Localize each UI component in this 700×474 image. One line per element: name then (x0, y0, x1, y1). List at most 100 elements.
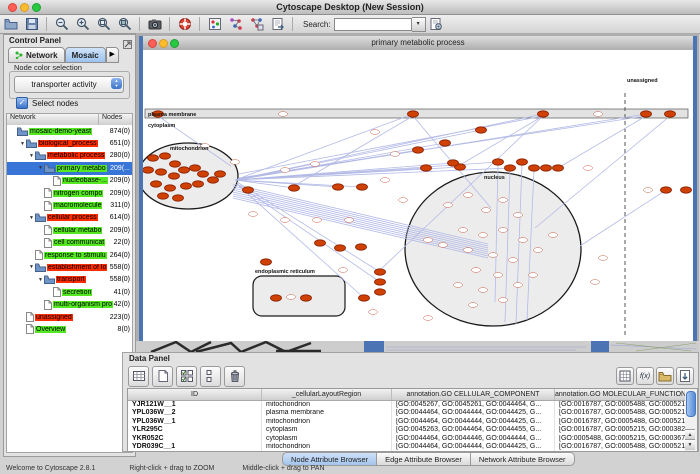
minimize-window-icon[interactable] (20, 3, 29, 12)
export-network-icon[interactable] (269, 16, 286, 32)
graph-node[interactable] (156, 169, 167, 175)
tree-row-macromolecule[interactable]: macromolecule311(0) (7, 199, 132, 211)
graph-edge[interactable] (535, 116, 670, 228)
graph-node[interactable] (371, 130, 380, 135)
graph-node[interactable] (479, 233, 488, 238)
tree-row-multi-organism-pro[interactable]: multi-organism pro42(0) (7, 298, 132, 310)
graph-node[interactable] (529, 273, 538, 278)
graph-node[interactable] (148, 155, 159, 161)
import-network-icon[interactable] (227, 16, 244, 32)
graph-node[interactable] (173, 195, 184, 201)
frame-maximize-icon[interactable] (170, 39, 179, 48)
graph-edge[interactable] (237, 182, 380, 272)
scrollbar-thumb[interactable] (686, 391, 696, 417)
graph-node[interactable] (359, 295, 370, 301)
function-icon[interactable]: f(x) (636, 367, 654, 385)
graph-node[interactable] (208, 177, 219, 183)
graph-node[interactable] (391, 152, 400, 157)
search-dropdown-arrow-icon[interactable]: ▾ (412, 17, 426, 32)
graph-node[interactable] (499, 198, 508, 203)
graph-node[interactable] (231, 160, 240, 165)
zoom-out-icon[interactable] (53, 16, 70, 32)
tree-expand-arrow-icon[interactable]: ▼ (19, 141, 26, 147)
graph-node[interactable] (584, 166, 593, 171)
tree-row-primary-metabo[interactable]: ▼primary metabo209(... (7, 162, 132, 174)
graph-node[interactable] (479, 288, 488, 293)
tree-row-response-to-stimulu[interactable]: response to stimulu264(0) (7, 249, 132, 261)
graph-node[interactable] (641, 111, 652, 117)
graph-node[interactable] (472, 268, 481, 273)
graph-node[interactable] (459, 228, 468, 233)
tree-row-mosaic-demo-yeast[interactable]: mosaic-demo-yeast874(0) (7, 125, 132, 137)
graph-node[interactable] (454, 283, 463, 288)
graph-node[interactable] (243, 187, 254, 193)
tree-row-establishment-of-lo[interactable]: ▼establishment of lo558(0) (7, 261, 132, 273)
tree-expand-arrow-icon[interactable]: ▼ (37, 277, 44, 283)
zoom-fit-icon[interactable] (95, 16, 112, 32)
close-window-icon[interactable] (8, 3, 17, 12)
table-row[interactable]: YPL036W__2plasma membrane[GO:0044464, GO… (128, 409, 686, 417)
graph-node[interactable] (287, 295, 296, 300)
select-nodes-checkbox[interactable]: ✓ (16, 97, 28, 109)
camera-icon[interactable] (146, 16, 163, 32)
graph-node[interactable] (151, 181, 162, 187)
graph-node[interactable] (424, 316, 433, 321)
graph-node[interactable] (179, 167, 190, 173)
graph-node[interactable] (143, 167, 154, 173)
graph-node[interactable] (271, 295, 282, 301)
graph-node[interactable] (464, 193, 473, 198)
graph-node[interactable] (517, 159, 528, 165)
graph-edge[interactable] (237, 184, 380, 282)
graph-edge[interactable] (460, 116, 543, 165)
open-folder-icon[interactable] (2, 16, 19, 32)
graph-node[interactable] (489, 253, 498, 258)
scroll-down-icon[interactable]: ▼ (685, 439, 695, 450)
graph-node[interactable] (413, 147, 424, 153)
graph-node[interactable] (281, 218, 290, 223)
tree-row-nucleobase-[interactable]: nucleobase-...209(0) (7, 175, 132, 187)
graph-node[interactable] (538, 111, 549, 117)
graph-node[interactable] (509, 258, 518, 263)
tree-expand-arrow-icon[interactable]: ▼ (28, 215, 35, 221)
graph-node[interactable] (311, 162, 320, 167)
attr-delete-icon[interactable] (224, 366, 245, 387)
graph-node[interactable] (681, 187, 692, 193)
graph-node[interactable] (279, 112, 288, 117)
graph-node[interactable] (541, 165, 552, 171)
graph-node[interactable] (339, 268, 348, 273)
graph-node[interactable] (494, 273, 503, 278)
tree-row-unassigned[interactable]: unassigned223(0) (7, 311, 132, 323)
graph-node[interactable] (165, 185, 176, 191)
attr-checklist-icon[interactable] (176, 366, 197, 387)
graph-node[interactable] (594, 112, 603, 117)
graph-node[interactable] (439, 243, 448, 248)
zoom-in-icon[interactable] (74, 16, 91, 32)
table-row[interactable]: YPL036W__1mitochondrion[GO:0044464, GO:0… (128, 418, 686, 426)
compartment-endoplasmic-reticulum[interactable] (253, 276, 345, 316)
tree-row-transport[interactable]: ▼transport558(0) (7, 274, 132, 286)
network-window-titlebar[interactable]: primary metabolic process (143, 36, 693, 51)
column-header[interactable]: annotation.GO CELLULAR_COMPONENT (392, 389, 555, 400)
graph-node[interactable] (261, 259, 272, 265)
graph-node[interactable] (375, 279, 386, 285)
graph-node[interactable] (529, 165, 540, 171)
float-panel-icon[interactable] (123, 36, 132, 54)
graph-node[interactable] (553, 165, 564, 171)
column-header[interactable]: _cellularLayoutRegion (262, 389, 392, 400)
graph-node[interactable] (469, 303, 478, 308)
graph-node[interactable] (599, 256, 608, 261)
search-config-icon[interactable] (428, 16, 445, 32)
graph-node[interactable] (289, 185, 300, 191)
graph-node[interactable] (549, 233, 558, 238)
network-canvas[interactable]: plasma membranecytoplasmmitochondrionnuc… (143, 50, 693, 338)
graph-node[interactable] (644, 188, 653, 193)
graph-node[interactable] (369, 310, 378, 315)
tab-network[interactable]: Network (8, 47, 65, 63)
graph-node[interactable] (301, 295, 312, 301)
graph-node[interactable] (313, 218, 322, 223)
graph-node[interactable] (476, 127, 487, 133)
graph-node[interactable] (170, 161, 181, 167)
table-scrollbar[interactable]: ▲ ▼ (685, 388, 698, 452)
attr-checklist-small-icon[interactable] (200, 366, 221, 387)
table-row[interactable]: YKR052Ccytoplasm[GO:0044464, GO:0044446,… (128, 435, 686, 443)
